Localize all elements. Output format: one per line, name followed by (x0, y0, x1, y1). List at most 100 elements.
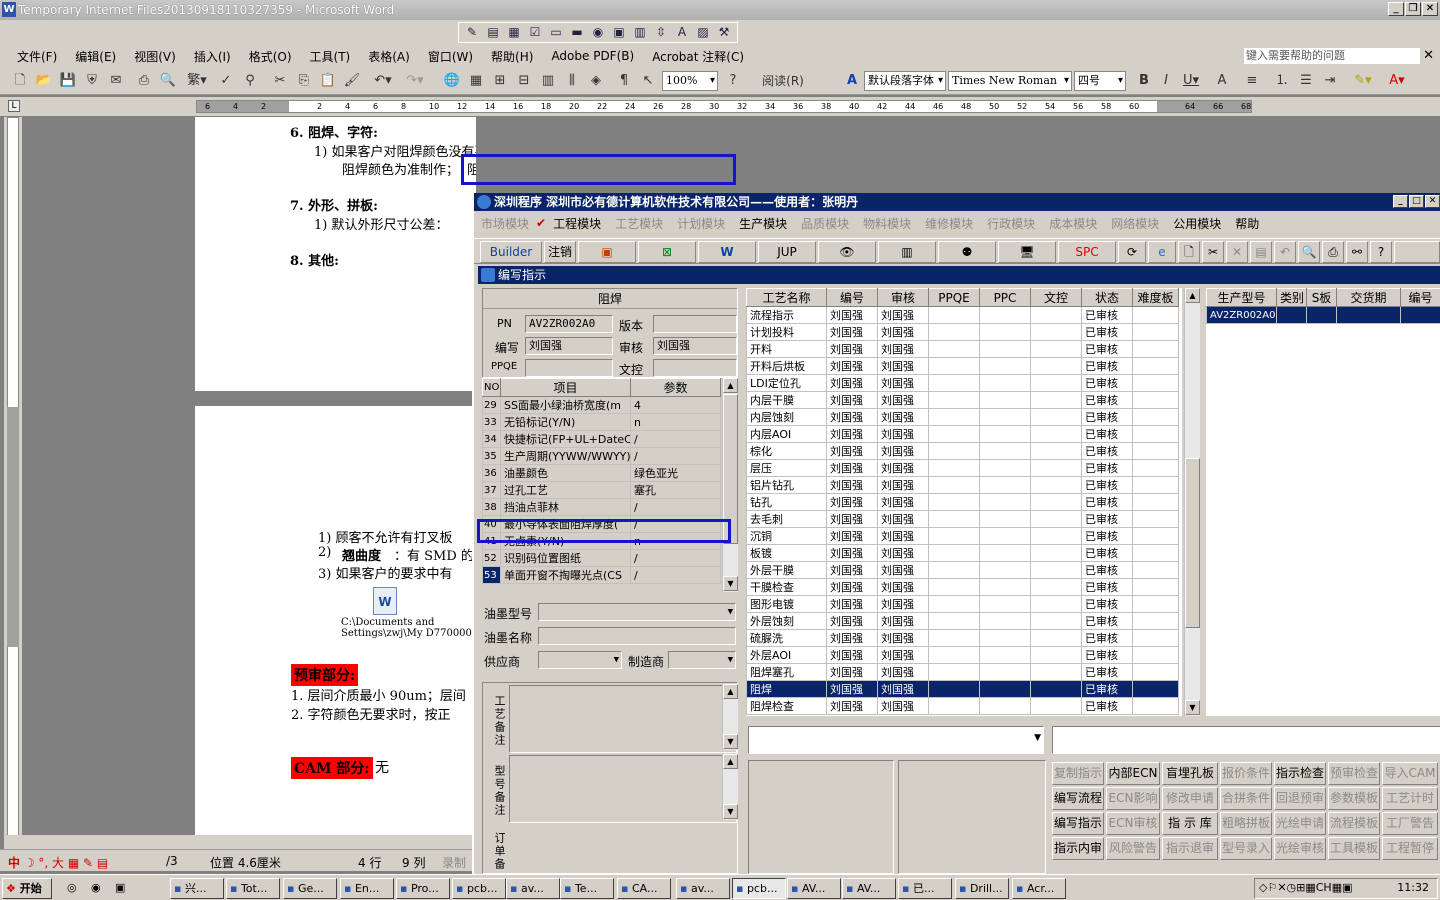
style-select[interactable]: 默认段落字体 (864, 71, 946, 91)
scroll-icon[interactable]: ⇳ (652, 24, 670, 41)
taskbar-item[interactable]: ▪ AV... (787, 878, 841, 899)
supplier-select[interactable]: ▼ (538, 651, 622, 669)
jup-button[interactable]: JUP (758, 241, 816, 263)
hyperlink-icon[interactable]: 🌐 (442, 71, 462, 91)
module-menu-item[interactable]: 物料模块 (856, 215, 918, 232)
module-menu-item[interactable]: 品质模块 (794, 215, 856, 232)
calculator-icon[interactable]: ▥ (878, 241, 936, 263)
model-note-scrollbar[interactable]: ▲ ▼ (722, 754, 738, 820)
radio-icon[interactable]: ◉ (589, 24, 607, 41)
research-icon[interactable]: ⚲ (240, 71, 260, 91)
process-grid-header[interactable]: PPQE (928, 288, 980, 307)
process-row[interactable]: 去毛刺 刘国强 刘国强 已审核 (746, 510, 1179, 528)
vertical-ruler[interactable] (4, 117, 22, 837)
process-grid[interactable]: 工艺名称 编号 审核 PPQE PPC 文控 状态 难度板 流程指示 刘国强 刘国强 已审核 计划投料… (746, 288, 1182, 716)
param-row[interactable]: 53 单面开窗不掏曝光点(CS / (482, 566, 721, 584)
document-canvas[interactable]: 6. 阻焊、字符: 1) 如果客户对阻焊颜色没有要求，则需使用亚光阻焊油墨；当客… (24, 117, 476, 835)
action-button[interactable]: 编写流程 (1052, 787, 1104, 810)
image-icon[interactable]: ▨ (694, 24, 712, 41)
erp-minimize-button[interactable]: _ (1393, 195, 1408, 208)
menu-insert[interactable]: 插入(I) (185, 48, 240, 65)
process-row[interactable]: 流程指示 刘国强 刘国强 已审核 (746, 306, 1179, 324)
param-scrollbar[interactable]: ▲ ▼ (722, 378, 738, 592)
toolbar-combo[interactable] (1394, 241, 1440, 263)
show-hide-icon[interactable]: ¶ (614, 71, 634, 91)
module-menu-item[interactable]: 工艺模块 (608, 215, 670, 232)
param-row[interactable]: 33 无铅标记(Y/N) n (482, 413, 721, 431)
taskbar-item[interactable]: ▪ Te... (560, 878, 614, 899)
param-row[interactable]: 34 快捷标记(FP+UL+DateCo / (482, 430, 721, 448)
action-button[interactable]: 参数模板 (1328, 787, 1380, 810)
quicklaunch-icon-3[interactable]: ▣ (112, 878, 132, 899)
module-menu-item[interactable]: 计划模块 (670, 215, 732, 232)
module-menu-item[interactable]: 帮助 (1228, 215, 1266, 232)
menu-file[interactable]: 文件(F) (8, 48, 66, 65)
excel-icon[interactable]: ⊠ (638, 241, 696, 263)
action-button[interactable]: 指示退审 (1162, 837, 1218, 860)
model-grid-header[interactable]: 编号 (1400, 288, 1440, 307)
process-note-scrollbar[interactable]: ▲ ▼ (722, 684, 738, 750)
start-button[interactable]: ❖ 开始 (2, 878, 52, 899)
numbering-icon[interactable]: ⒈ (1272, 71, 1292, 91)
process-row[interactable]: 棕化 刘国强 刘国强 已审核 (746, 442, 1179, 460)
open-icon[interactable]: 📂 (34, 71, 54, 91)
action-button[interactable]: 编写指示 (1052, 812, 1104, 835)
action-button[interactable]: 工程暂停 (1382, 837, 1438, 860)
computer-icon[interactable]: 🖥 (998, 241, 1056, 263)
process-row[interactable]: 阻焊 刘国强 刘国强 已审核 (746, 680, 1179, 698)
action-button[interactable]: 指示检查 (1274, 762, 1326, 785)
new-doc-icon[interactable]: 🗋 (1178, 241, 1200, 263)
taskbar-item[interactable]: ▪ Ge... (283, 878, 337, 899)
list-icon[interactable]: ▬ (568, 24, 586, 41)
highlight-icon[interactable]: ✎▾ (1348, 71, 1378, 91)
email-icon[interactable]: ✉ (106, 71, 126, 91)
bottom-field[interactable] (1052, 726, 1440, 754)
module-menu-item[interactable]: 成本模块 (1042, 215, 1104, 232)
model-row[interactable]: AV2ZR002A0 (1206, 306, 1440, 324)
process-row[interactable]: LDI定位孔 刘国强 刘国强 已审核 (746, 374, 1179, 392)
process-note-field[interactable] (509, 685, 737, 753)
combo-icon[interactable]: ▥ (631, 24, 649, 41)
action-button[interactable]: 指 示 库 (1162, 812, 1218, 835)
paste-icon[interactable]: 📋 (318, 71, 338, 91)
menu-table[interactable]: 表格(A) (359, 48, 419, 65)
action-button[interactable]: 工艺计时 (1382, 787, 1438, 810)
process-row[interactable]: 开料 刘国强 刘国强 已审核 (746, 340, 1179, 358)
module-menu-item[interactable]: 生产模块 (732, 215, 794, 232)
process-row[interactable]: 铝片钻孔 刘国强 刘国强 已审核 (746, 476, 1179, 494)
insert-table-icon[interactable]: ⊞ (490, 71, 510, 91)
param-row[interactable]: 35 生产周期(YYWW/WWYY) / (482, 447, 721, 465)
save-disk-icon[interactable]: ▤ (1250, 241, 1272, 263)
read-button[interactable]: 阅读(R) (752, 71, 814, 91)
action-button[interactable]: 导入CAM (1382, 762, 1438, 785)
new-icon[interactable]: 🗋 (10, 71, 30, 91)
process-grid-header[interactable]: PPC (979, 288, 1031, 307)
action-button[interactable]: 光绘申请 (1274, 812, 1326, 835)
model-grid[interactable]: 生产型号 类别 S板 交货期 编号 AV2ZR002A0 (1206, 288, 1440, 716)
edit-icon[interactable]: ✎ (463, 24, 481, 41)
action-button[interactable]: 粗略拼板 (1220, 812, 1272, 835)
quicklaunch-icon-2[interactable]: ◉ (88, 878, 108, 899)
font-color-icon[interactable]: A▾ (1382, 71, 1412, 91)
action-button[interactable]: ECN影响 (1106, 787, 1160, 810)
process-grid-header[interactable]: 编号 (826, 288, 878, 307)
action-button[interactable]: 预审检查 (1328, 762, 1380, 785)
process-row[interactable]: 干膜检查 刘国强 刘国强 已审核 (746, 578, 1179, 596)
cursor-icon[interactable]: ↖ (638, 71, 658, 91)
taskbar-item[interactable]: ▪ Pro... (396, 878, 450, 899)
close-button[interactable]: ✕ (1422, 2, 1438, 16)
permission-icon[interactable]: ⛨ (82, 71, 102, 91)
doc-close-icon[interactable]: ✕ (1423, 48, 1434, 63)
size-select[interactable]: 四号 (1074, 71, 1126, 91)
process-grid-header[interactable]: 难度板 (1132, 288, 1179, 307)
textbox-icon[interactable]: ▭ (547, 24, 565, 41)
spelling-icon[interactable]: ✓ (216, 71, 236, 91)
process-row[interactable]: 硫脲洗 刘国强 刘国强 已审核 (746, 629, 1179, 647)
action-button[interactable]: 复制指示 (1052, 762, 1104, 785)
undo-icon[interactable]: ↶▾ (370, 71, 396, 91)
param-grid[interactable]: NO 项目 参数 29 SS面最小绿油桥宽度(m 4 33 无铅标记(Y/N) n 34 快捷… (482, 378, 738, 592)
action-button[interactable]: 流程模板 (1328, 812, 1380, 835)
taskbar-item[interactable]: ▪ AV... (842, 878, 896, 899)
model-grid-header[interactable]: 类别 (1276, 288, 1307, 307)
binoculars-icon[interactable]: ⚯ (1346, 241, 1368, 263)
